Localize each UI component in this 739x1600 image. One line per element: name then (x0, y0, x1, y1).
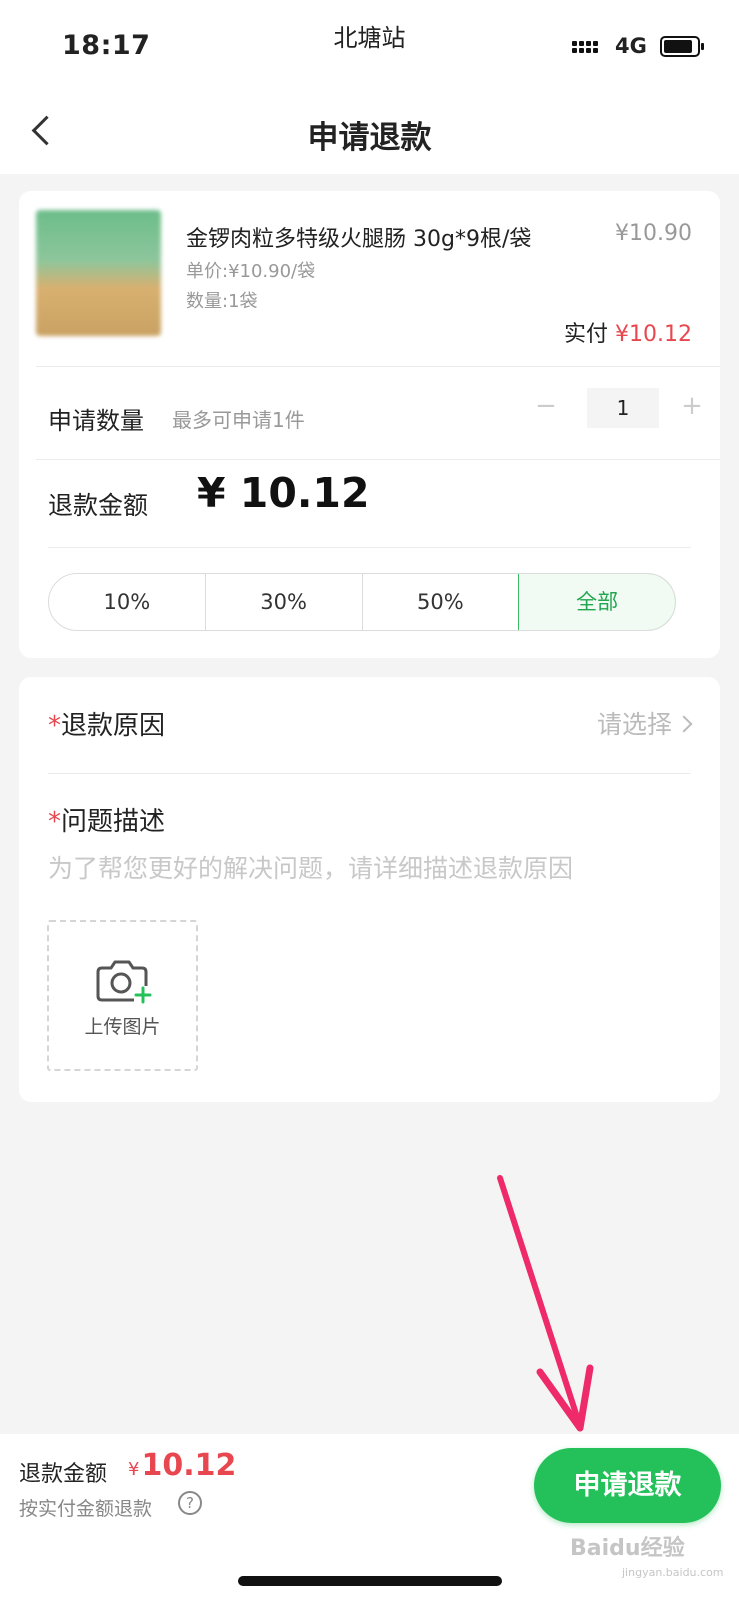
refund-reason-placeholder: 请选择 (596, 710, 672, 739)
refund-reason-card: *退款原因 请选择 *问题描述 上传图片 (19, 677, 720, 1102)
home-indicator (238, 1576, 502, 1586)
percent-option-50[interactable]: 50% (363, 574, 520, 630)
refund-reason-row[interactable]: *退款原因 (48, 705, 165, 742)
page-title: 申请退款 (307, 120, 432, 156)
upload-image-label: 上传图片 (84, 1016, 161, 1038)
signal-icon (572, 38, 602, 60)
paid-amount: 实付 ¥10.12 (564, 316, 692, 348)
problem-description-label: 问题描述 (61, 807, 166, 837)
refund-reason-select[interactable]: 请选择 (596, 705, 693, 741)
refund-amount-label: 退款金额 (48, 491, 149, 520)
product-unit-price: 单价:¥10.90/袋 (186, 261, 316, 282)
problem-description-input[interactable] (48, 847, 688, 889)
status-bar: 18:17 北塘站 4G (0, 0, 739, 90)
divider (48, 773, 691, 774)
percent-option-30[interactable]: 30% (206, 574, 363, 630)
refund-basis-note: 按实付金额退款 (19, 1498, 153, 1520)
apply-quantity-label: 申请数量 (48, 407, 144, 435)
camera-plus-icon (96, 960, 152, 1004)
paid-label: 实付 (564, 322, 609, 347)
refund-reason-label: 退款原因 (61, 711, 166, 741)
nav-bar: 申请退款 (0, 90, 739, 174)
watermark-brand: Baidu经验 (570, 1536, 685, 1561)
product-image (36, 210, 161, 336)
submit-refund-button[interactable]: 申请退款 (534, 1448, 721, 1523)
watermark-url: jingyan.baidu.com (622, 1566, 724, 1579)
divider (48, 547, 691, 548)
quantity-plus-button[interactable]: + (679, 391, 705, 421)
apply-quantity-hint: 最多可申请1件 (172, 408, 305, 432)
percent-option-all[interactable]: 全部 (518, 574, 675, 630)
divider (36, 366, 720, 367)
product-name: 金锣肉粒多特级火腿肠 30g*9根/袋 (186, 227, 532, 252)
help-icon[interactable]: ? (178, 1491, 202, 1515)
battery-icon (660, 36, 704, 57)
divider (36, 459, 720, 460)
bottom-refund-label: 退款金额 (19, 1462, 108, 1487)
chevron-right-icon (675, 715, 693, 733)
required-mark: * (48, 711, 61, 741)
bottom-refund-amount: ¥10.12 (128, 1448, 236, 1483)
product-quantity: 数量:1袋 (186, 291, 258, 312)
bottom-refund-value: 10.12 (141, 1448, 237, 1483)
percent-selector: 10% 30% 50% 全部 (48, 573, 676, 631)
problem-description-label-row: *问题描述 (48, 801, 165, 838)
quantity-minus-button[interactable]: − (533, 391, 559, 421)
product-card: 金锣肉粒多特级火腿肠 30g*9根/袋 ¥10.90 单价:¥10.90/袋 数… (19, 191, 720, 658)
upload-image-button[interactable]: 上传图片 (47, 920, 198, 1071)
paid-value: ¥10.12 (615, 322, 692, 347)
percent-option-10[interactable]: 10% (49, 574, 206, 630)
quantity-stepper-value[interactable]: 1 (587, 388, 659, 428)
currency-symbol: ¥ (128, 1459, 140, 1480)
required-mark: * (48, 807, 61, 837)
product-price: ¥10.90 (615, 221, 692, 246)
refund-amount-value: ¥ 10.12 (197, 469, 370, 517)
network-type: 4G (615, 34, 647, 58)
